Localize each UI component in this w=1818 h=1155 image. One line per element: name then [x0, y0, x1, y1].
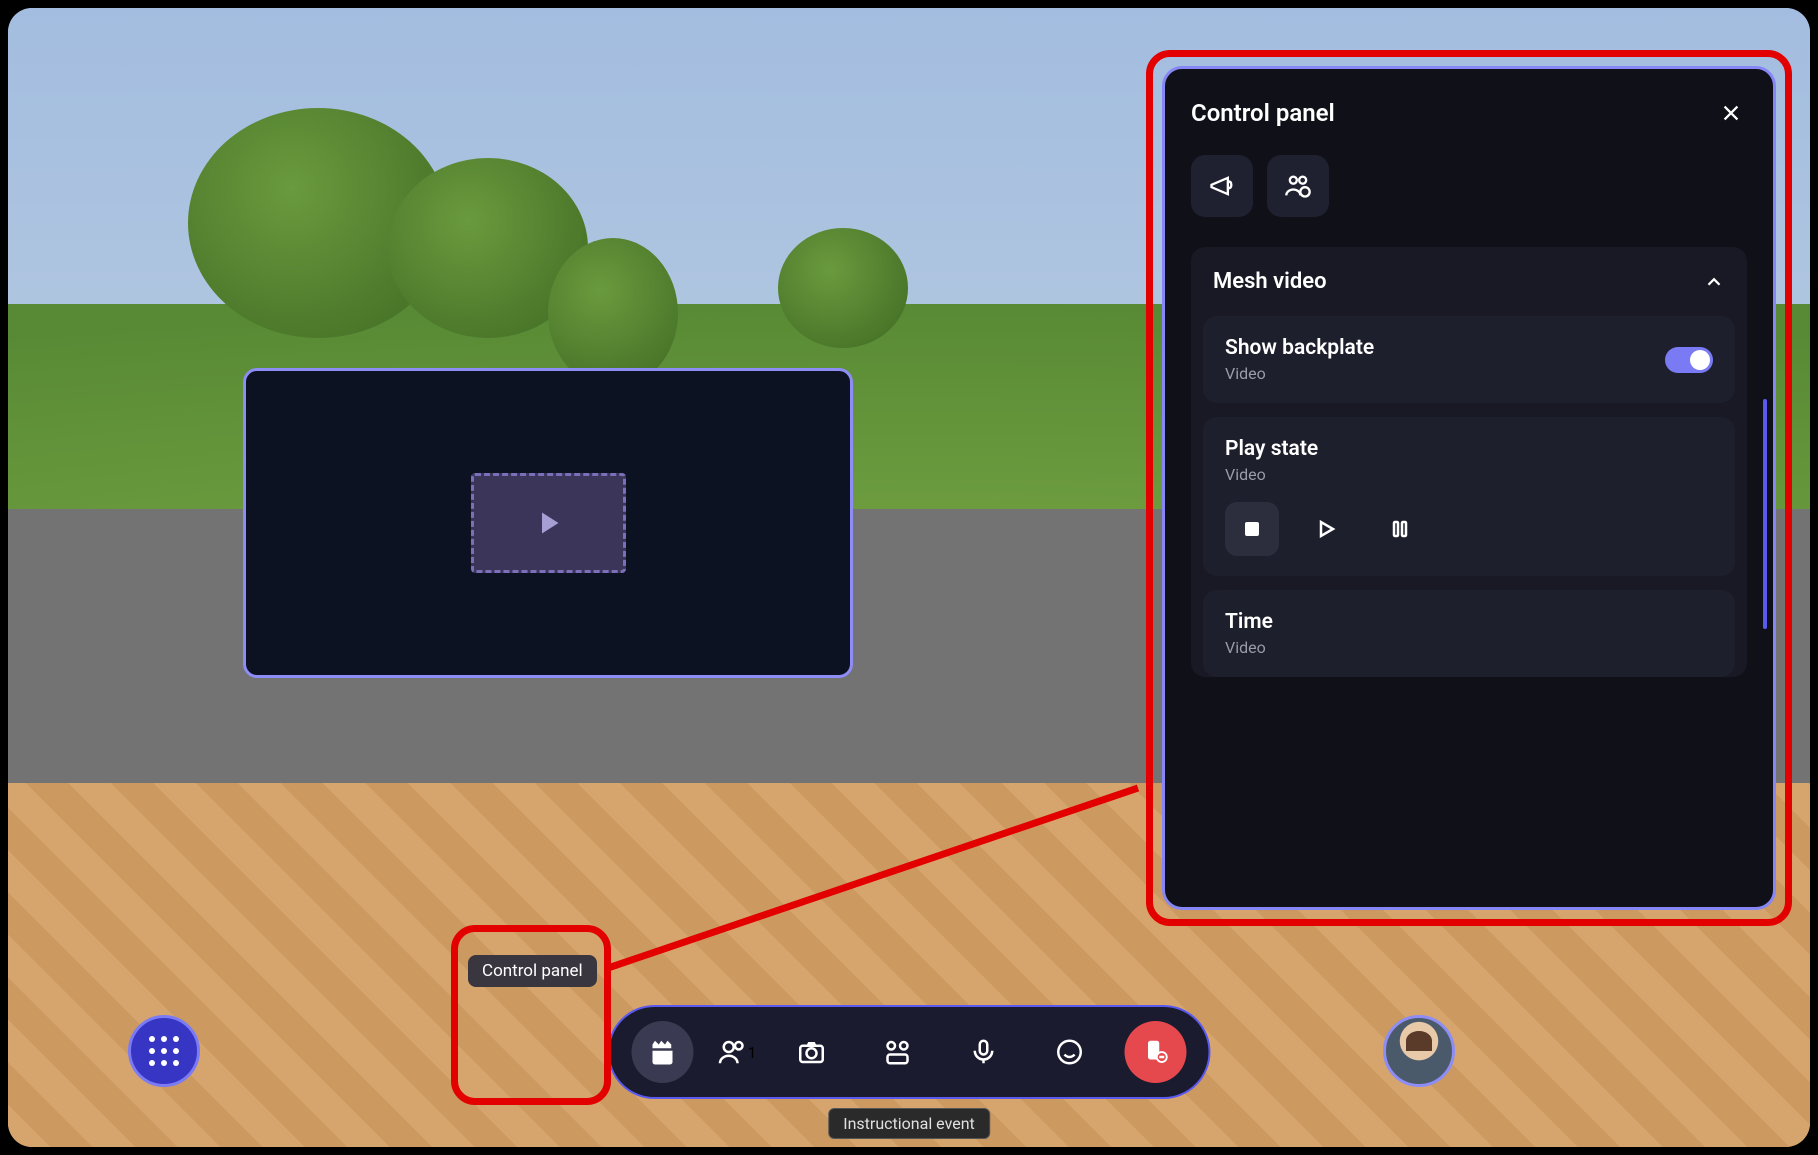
play-icon — [530, 505, 566, 541]
participants-button[interactable]: 1 — [718, 1037, 757, 1067]
mesh-video-section: Mesh video Show backplate Video Play sta… — [1191, 247, 1747, 677]
chevron-up-icon — [1703, 271, 1725, 293]
avatar-button[interactable] — [1383, 1015, 1455, 1087]
video-screen[interactable] — [243, 368, 853, 678]
camera-icon — [797, 1037, 827, 1067]
event-label: Instructional event — [828, 1108, 990, 1139]
scene-viewport: 1 Control panel Instructional event — [8, 8, 1810, 1147]
control-panel-button[interactable] — [632, 1021, 694, 1083]
section-header[interactable]: Mesh video — [1191, 247, 1747, 316]
mic-icon — [969, 1037, 999, 1067]
panel-title: Control panel — [1191, 99, 1335, 127]
playstate-title: Play state — [1225, 437, 1713, 461]
megaphone-button[interactable] — [1191, 155, 1253, 217]
time-sub: Video — [1225, 638, 1713, 657]
mute-all-button[interactable] — [1267, 155, 1329, 217]
leave-button[interactable] — [1125, 1021, 1187, 1083]
people-mute-icon — [1284, 172, 1312, 200]
section-title: Mesh video — [1213, 269, 1327, 294]
close-button[interactable] — [1715, 97, 1747, 129]
share-icon — [883, 1037, 913, 1067]
show-backplate-card: Show backplate Video — [1203, 316, 1735, 403]
tree — [548, 238, 678, 388]
play-state-card: Play state Video — [1203, 417, 1735, 576]
time-title: Time — [1225, 610, 1713, 634]
leave-icon — [1141, 1037, 1171, 1067]
control-panel: Control panel Mesh video Show backplate — [1162, 66, 1776, 910]
emoji-button[interactable] — [1039, 1021, 1101, 1083]
clapper-icon — [648, 1037, 678, 1067]
pause-button[interactable] — [1373, 502, 1427, 556]
backplate-toggle[interactable] — [1665, 347, 1713, 373]
pause-icon — [1388, 517, 1412, 541]
stop-icon — [1240, 517, 1264, 541]
menu-grid-button[interactable] — [128, 1015, 200, 1087]
backplate-sub: Video — [1225, 364, 1374, 383]
play-icon — [1314, 517, 1338, 541]
main-toolbar: 1 — [608, 1005, 1211, 1099]
people-icon — [718, 1037, 748, 1067]
close-icon — [1720, 102, 1742, 124]
smile-icon — [1055, 1037, 1085, 1067]
screenshare-button[interactable] — [867, 1021, 929, 1083]
video-placeholder — [471, 473, 626, 573]
tooltip-label: Control panel — [468, 955, 597, 987]
tree — [778, 228, 908, 348]
time-card: Time Video — [1203, 590, 1735, 677]
scrollbar[interactable] — [1763, 399, 1767, 629]
mic-button[interactable] — [953, 1021, 1015, 1083]
participant-count: 1 — [748, 1043, 757, 1062]
megaphone-icon — [1208, 172, 1236, 200]
backplate-title: Show backplate — [1225, 336, 1374, 360]
playstate-sub: Video — [1225, 465, 1713, 484]
camera-button[interactable] — [781, 1021, 843, 1083]
stop-button[interactable] — [1225, 502, 1279, 556]
play-button[interactable] — [1299, 502, 1353, 556]
grid-icon — [149, 1036, 179, 1066]
